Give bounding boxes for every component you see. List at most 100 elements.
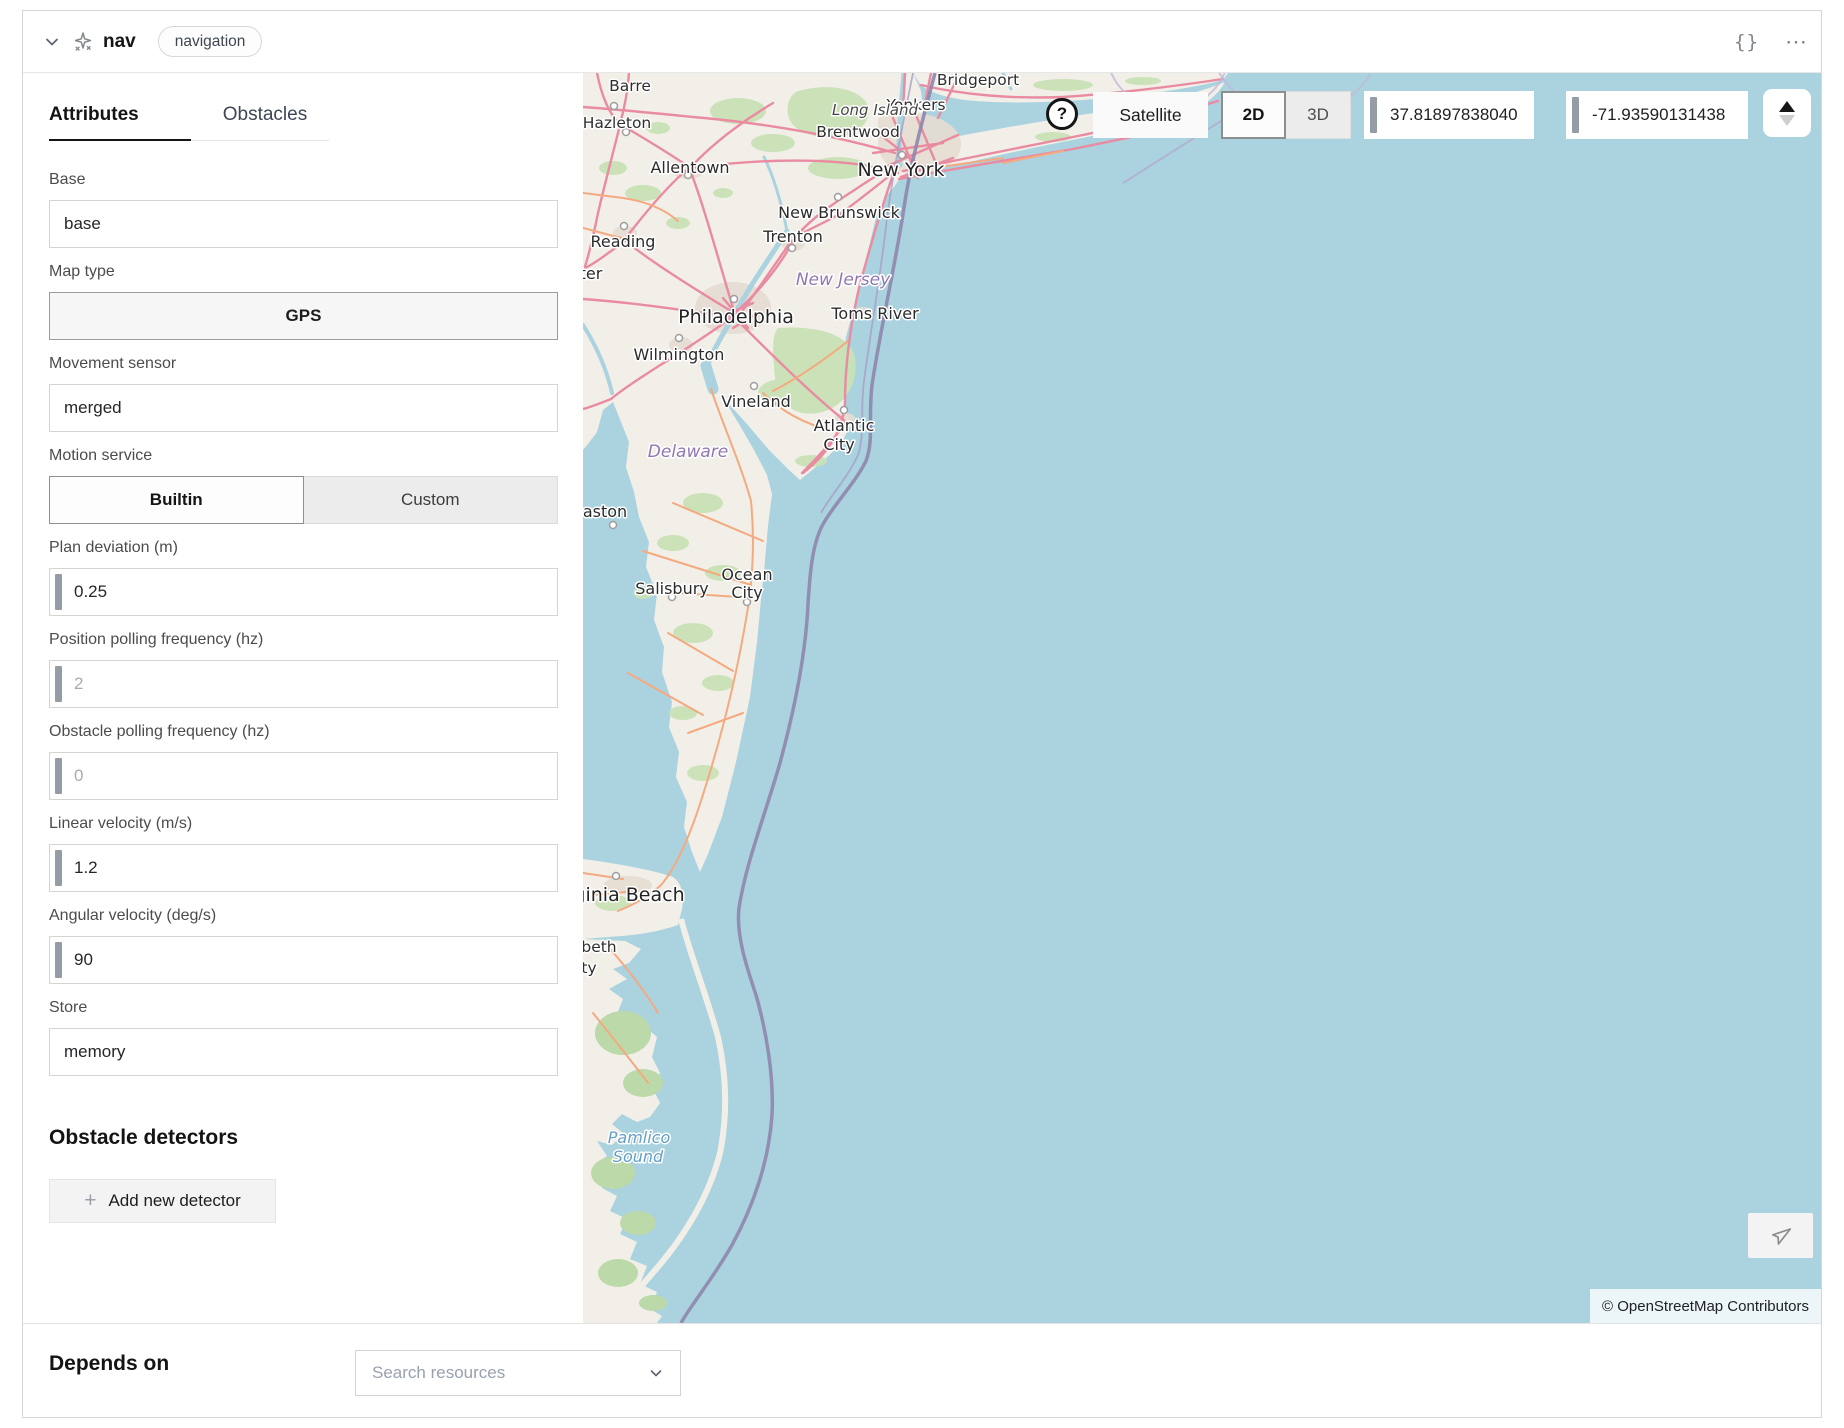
navigation-arrow-icon (1770, 1225, 1792, 1247)
number-drag-handle[interactable] (55, 942, 62, 978)
panel-tabs: Attributes Obstacles (49, 104, 389, 141)
map-label: Ocean (721, 565, 772, 584)
store-label: Store (49, 999, 558, 1019)
card-body: Attributes Obstacles Base Map type GPS M… (23, 73, 1821, 1323)
map-type-label: Map type (49, 263, 558, 283)
map-label: Atlantic (814, 416, 875, 435)
store-input[interactable] (49, 1028, 558, 1076)
angular-velocity-label: Angular velocity (deg/s) (49, 907, 558, 927)
map-label: Pamlico (608, 1128, 671, 1147)
header-actions: {} ⋯ (1734, 31, 1807, 53)
map-label: Barre (609, 77, 651, 95)
map-attribution: © OpenStreetMap Contributors (1590, 1289, 1821, 1323)
map-label: Allentown (650, 158, 729, 177)
tab-obstacles[interactable]: Obstacles (191, 104, 329, 141)
map-label: Long Island (832, 101, 918, 119)
view-3d-button[interactable]: 3D (1286, 91, 1351, 139)
linear-velocity-input[interactable] (50, 845, 557, 891)
number-drag-handle[interactable] (55, 666, 62, 702)
view-2d-button[interactable]: 2D (1221, 91, 1286, 139)
map-label: ter (583, 264, 603, 283)
number-drag-handle[interactable] (1572, 97, 1579, 133)
map-label: Bridgeport (937, 73, 1019, 89)
map-label: ty (583, 959, 597, 977)
satellite-toggle-button[interactable]: Satellite (1093, 92, 1208, 138)
position-polling-label: Position polling frequency (hz) (49, 631, 558, 651)
angular-velocity-field (49, 936, 558, 984)
number-drag-handle[interactable] (55, 850, 62, 886)
map-label: Hazleton (583, 114, 651, 132)
resource-card: nav navigation {} ⋯ Attributes Obstacles… (22, 10, 1822, 1418)
longitude-input[interactable] (1566, 91, 1748, 139)
depends-on-select[interactable]: Search resources (355, 1350, 681, 1396)
map-label: Vineland (721, 392, 791, 411)
chevron-down-icon (648, 1365, 664, 1381)
coordinate-stepper-button[interactable] (1763, 89, 1811, 137)
latitude-field (1364, 91, 1534, 139)
card-footer: Depends on Search resources (23, 1323, 1821, 1417)
step-down-icon (1779, 115, 1795, 126)
map-label: Sound (613, 1147, 664, 1166)
number-drag-handle[interactable] (55, 574, 62, 610)
base-label: Base (49, 171, 558, 191)
position-polling-input[interactable] (50, 661, 557, 707)
collapse-chevron-icon[interactable] (44, 33, 62, 51)
add-detector-button[interactable]: + Add new detector (49, 1179, 276, 1223)
number-drag-handle[interactable] (1370, 97, 1377, 133)
map-label: beth (583, 938, 617, 956)
motion-service-label: Motion service (49, 447, 558, 467)
map-container: Barre Hazleton Allentown Yonkers Bridgep… (583, 73, 1821, 1323)
map-label: Wilmington (634, 345, 725, 364)
obstacle-polling-field (49, 752, 558, 800)
map-label: New York (857, 159, 944, 181)
obstacle-polling-input[interactable] (50, 753, 557, 799)
map-label: Salisbury (635, 579, 709, 598)
map-canvas[interactable]: Barre Hazleton Allentown Yonkers Bridgep… (583, 73, 1821, 1323)
linear-velocity-field (49, 844, 558, 892)
motion-service-custom-option[interactable]: Custom (304, 476, 559, 524)
latitude-input[interactable] (1364, 91, 1534, 139)
map-label: ginia Beach (583, 884, 685, 906)
map-label: Delaware (648, 442, 728, 462)
base-input[interactable] (49, 200, 558, 248)
map-label: City (823, 435, 854, 454)
attributes-panel: Attributes Obstacles Base Map type GPS M… (23, 73, 583, 1323)
map-label: Brentwood (816, 123, 900, 141)
tab-attributes[interactable]: Attributes (49, 104, 191, 141)
resource-type-badge: navigation (158, 26, 263, 57)
add-detector-label: Add new detector (108, 1191, 240, 1211)
map-label: aston (583, 502, 627, 521)
card-header: nav navigation {} ⋯ (23, 11, 1821, 73)
search-resources-placeholder: Search resources (372, 1363, 648, 1383)
movement-sensor-label: Movement sensor (49, 355, 558, 375)
map-label: Trenton (762, 227, 823, 246)
obstacle-detectors-heading: Obstacle detectors (49, 1126, 558, 1150)
navigation-service-icon (71, 30, 95, 54)
json-mode-icon[interactable]: {} (1734, 31, 1759, 53)
plan-deviation-field (49, 568, 558, 616)
plus-icon: + (84, 1189, 96, 1213)
map-label: Toms River (830, 304, 919, 323)
recenter-button[interactable] (1748, 1213, 1813, 1258)
map-label: Reading (591, 232, 656, 251)
longitude-field (1566, 91, 1748, 139)
more-menu-icon[interactable]: ⋯ (1785, 37, 1807, 47)
motion-service-toggle: Builtin Custom (49, 476, 558, 524)
resource-title: nav (103, 31, 136, 53)
linear-velocity-label: Linear velocity (m/s) (49, 815, 558, 835)
plan-deviation-label: Plan deviation (m) (49, 539, 558, 559)
map-type-gps-button[interactable]: GPS (49, 292, 558, 340)
motion-service-builtin-option[interactable]: Builtin (49, 476, 304, 524)
plan-deviation-input[interactable] (50, 569, 557, 615)
number-drag-handle[interactable] (55, 758, 62, 794)
depends-on-heading: Depends on (49, 1352, 169, 1376)
map-label: City (731, 583, 762, 602)
map-label: New Jersey (796, 270, 891, 290)
map-label: Philadelphia (678, 306, 794, 328)
movement-sensor-input[interactable] (49, 384, 558, 432)
map-label: New Brunswick (778, 203, 900, 222)
position-polling-field (49, 660, 558, 708)
step-up-icon (1779, 101, 1795, 112)
angular-velocity-input[interactable] (50, 937, 557, 983)
help-icon[interactable]: ? (1046, 98, 1078, 130)
